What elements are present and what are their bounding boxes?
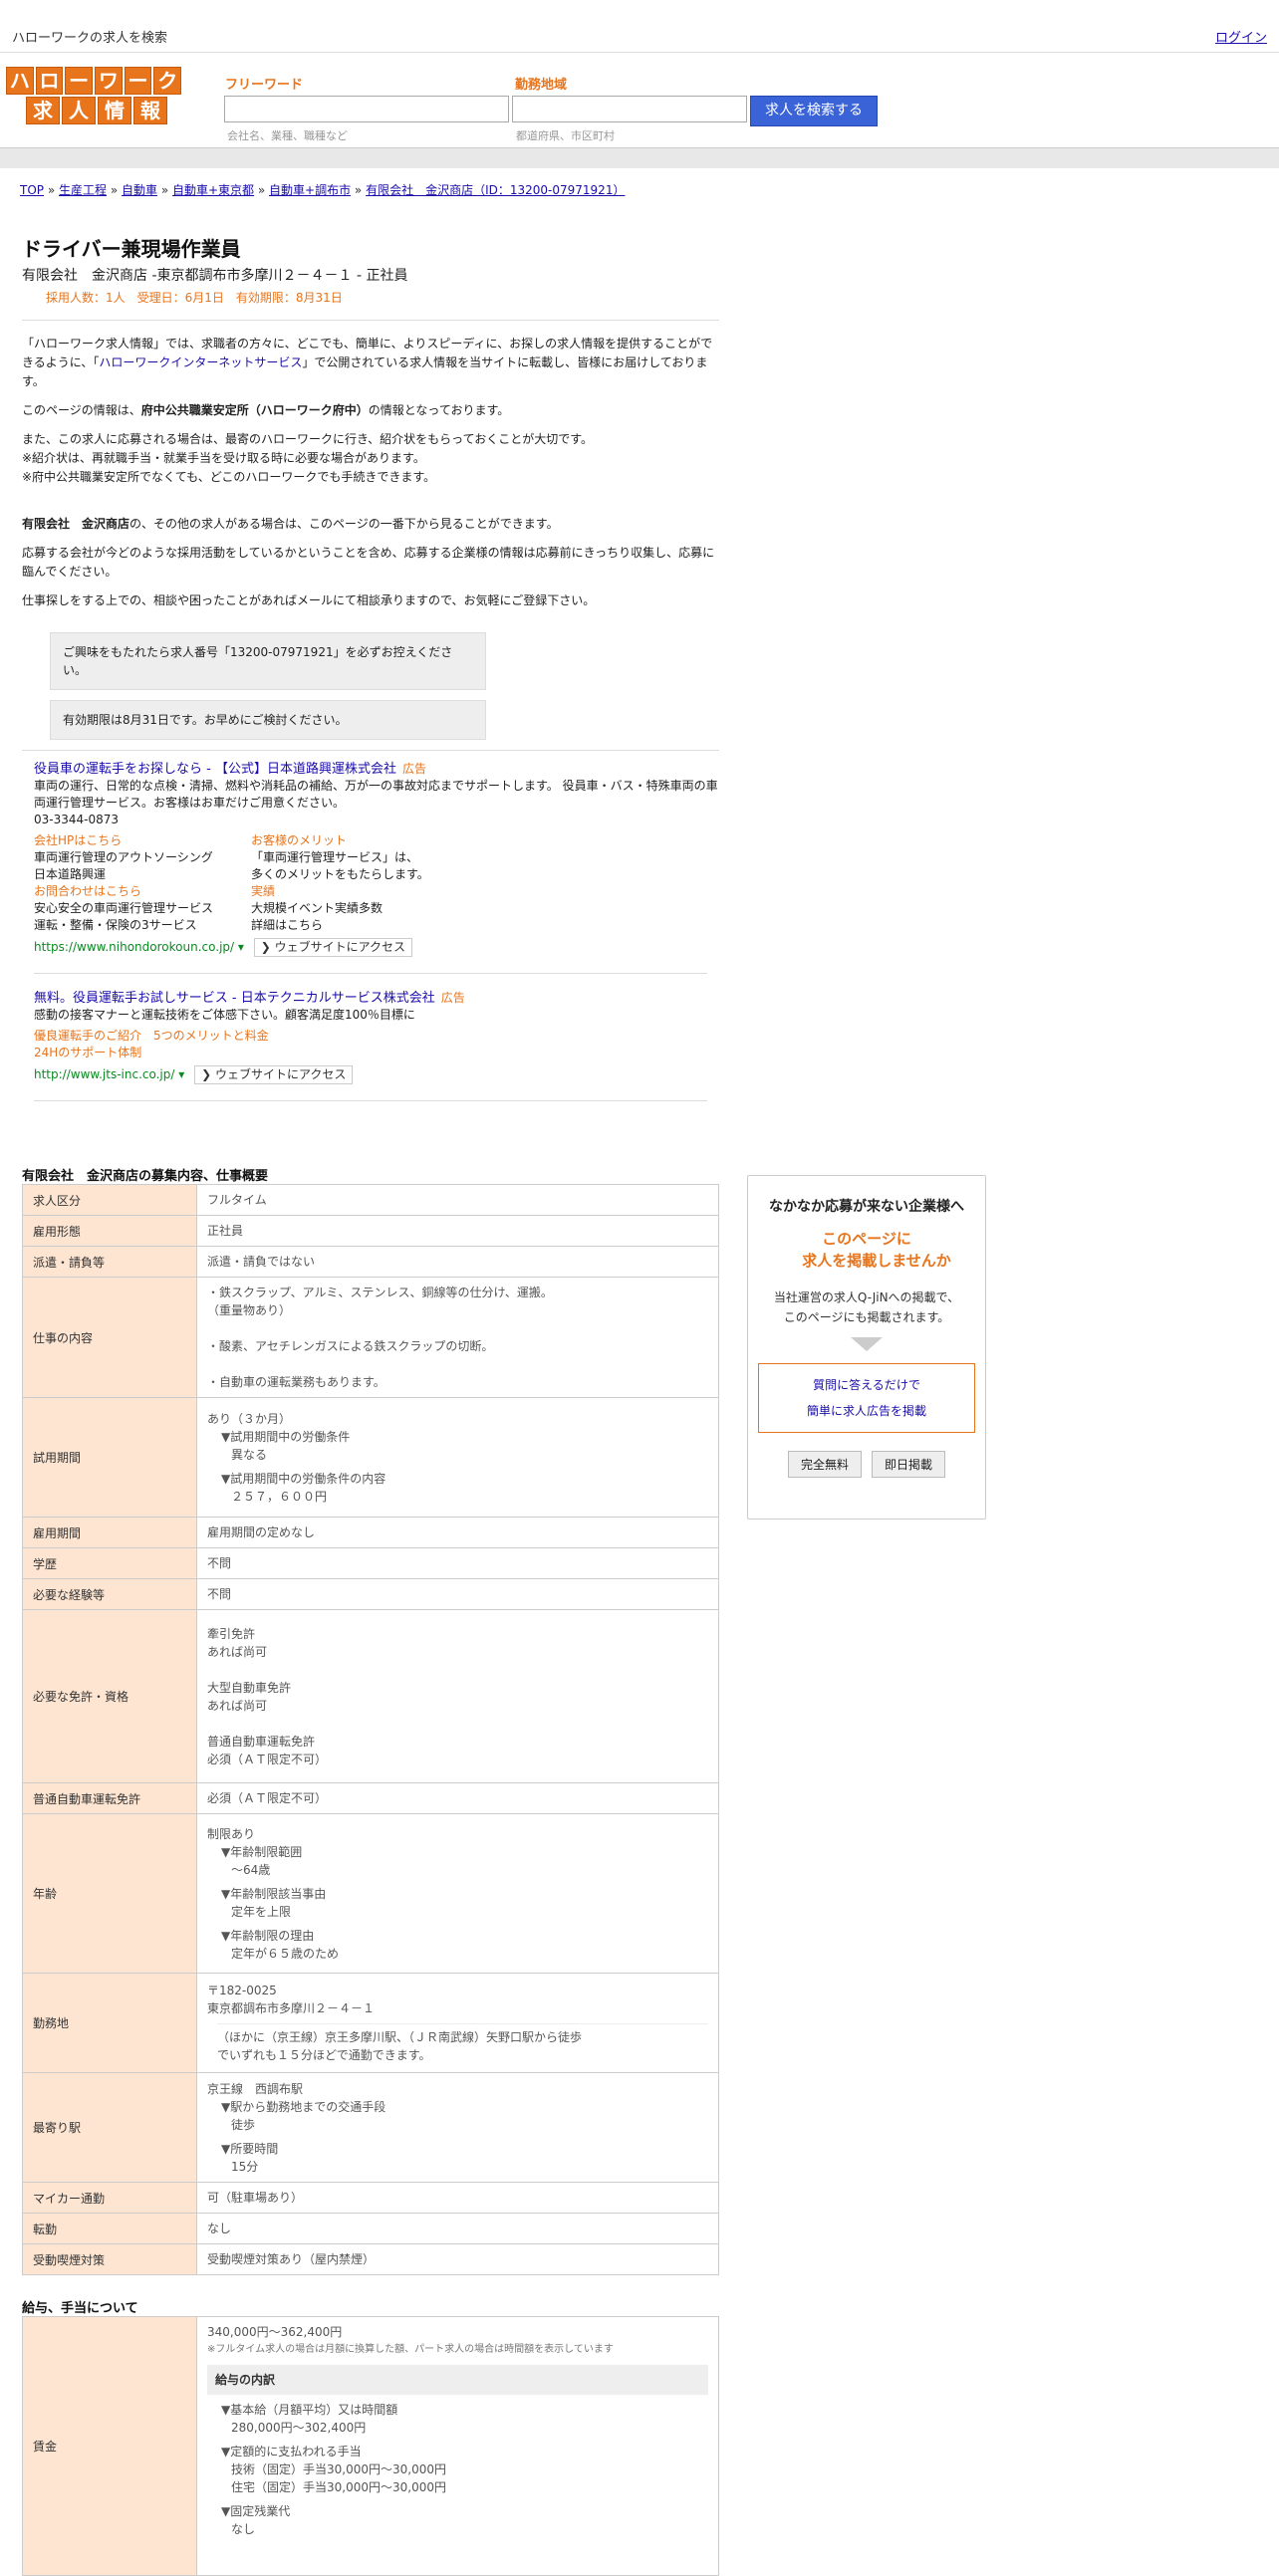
breadcrumb-link[interactable]: 自動車+調布市 <box>269 183 351 197</box>
ad-title-link[interactable]: 役員車の運転手をお探しなら - 【公式】日本道路興運株式会社 <box>34 762 396 777</box>
area-label: 勤務地域 <box>515 78 568 93</box>
logo-char: ハ <box>6 67 34 95</box>
breadcrumb: TOP » 生産工程 » 自動車 » 自動車+東京都 » 自動車+調布市 » 有… <box>20 183 626 197</box>
table-row: 求人区分 フルタイム <box>22 1184 719 1216</box>
logo-char: ク <box>153 67 182 95</box>
sidebar-link[interactable]: 質問に答えるだけで <box>813 1378 920 1392</box>
overview-table: 求人区分 フルタイム 雇用形態 正社員 派遣・請負等 派遣・請負ではない 仕事の内容 … <box>22 1184 719 2275</box>
same-day-badge[interactable]: 即日掲載 <box>872 1451 946 1478</box>
apply-advice: 応募する会社が今どのような採用活動をしているかということを含め、応募する企業様の… <box>22 546 715 579</box>
ad-sitelink[interactable]: お客様のメリット 「車両運行管理サービス」は、 多くのメリットをもたらします。 <box>251 832 450 883</box>
ad-sitelink[interactable]: お問合わせはこちら 安心安全の車両運行管理サービス 運転・整備・保険の3サービス <box>34 883 251 934</box>
hellowork-link[interactable]: ハローワークインターネットサービス <box>99 355 302 369</box>
search-button[interactable]: 求人を検索する <box>750 96 878 126</box>
sidebar-title: なかなか応募が来ない企業様へ <box>769 1199 964 1215</box>
logo-char: 人 <box>62 97 96 124</box>
table-row: 雇用形態 正社員 <box>22 1215 719 1247</box>
breadcrumb-link[interactable]: TOP <box>20 183 44 197</box>
area-input[interactable] <box>512 96 747 122</box>
consult-note: 仕事探しをする上での、相談や困ったことがあればメールにて相談承りますので、お気軽… <box>22 593 596 607</box>
office-name: 府中公共職業安定所（ハローワーク府中） <box>140 403 369 417</box>
advertise-sidebar: なかなか応募が来ない企業様へ このページに 求人を掲載しませんか 当社運営の求人Q… <box>747 1175 986 1520</box>
logo-char: 求 <box>26 97 60 124</box>
overview-title: 有限会社 金沢商店の募集内容、仕事概要 <box>22 1169 269 1184</box>
divider <box>22 750 719 751</box>
site-title: ハローワークの求人を検索 <box>12 31 168 46</box>
ad-tag: 広告 <box>401 762 426 776</box>
intro-paragraph: 「ハローワーク求人情報」では、求職者の方々に、どこでも、簡単に、よりスピーディに… <box>22 337 713 388</box>
keyword-label: フリーワード <box>225 78 304 93</box>
job-meta: 採用人数：1人 受理日：6月1日 有効期限：8月31日 <box>46 291 343 305</box>
ad-sitelink[interactable]: 実績 大規模イベント実績多数 詳細はこちら <box>251 883 450 934</box>
visit-website-button[interactable]: ❯ ウェブサイトにアクセス <box>253 938 412 957</box>
table-row: 派遣・請負等 派遣・請負ではない <box>22 1246 719 1278</box>
table-row: 普通自動車運転免許 必須（ＡＴ限定不可） <box>22 1782 719 1814</box>
main-content: ドライバー兼現場作業員 有限会社 金沢商店 -東京都調布市多摩川２－４－１ - … <box>22 231 719 2576</box>
area-hint: 都道府県、市区町村 <box>516 129 615 142</box>
referral-notes: また、この求人に応募される場合は、最寄のハローワークに行き、紹介状をもらっておく… <box>22 432 594 484</box>
ad-description: 車両の運行、日常的な点検・清掃、燃料や消耗品の補給、万が一の事故対応までサポート… <box>34 779 718 810</box>
sidebar-subtitle: このページに 求人を掲載しませんか <box>802 1230 951 1270</box>
header-divider <box>0 147 1279 168</box>
down-arrow-icon <box>851 1337 883 1351</box>
divider <box>34 973 707 974</box>
logo-char: ー <box>65 67 94 95</box>
logo-char: ロ <box>35 67 64 95</box>
logo-char: ー <box>124 67 152 95</box>
job-title: ドライバー兼現場作業員 <box>22 237 241 261</box>
breadcrumb-link[interactable]: 自動車 <box>122 183 157 197</box>
table-row: 雇用期間 雇用期間の定めなし <box>22 1517 719 1548</box>
ad-title-link[interactable]: 無料。役員運転手お試しサービス - 日本テクニカルサービス株式会社 <box>34 991 435 1006</box>
table-row: 必要な経験等 不問 <box>22 1578 719 1610</box>
breadcrumb-link[interactable]: 生産工程 <box>59 183 107 197</box>
table-row: 受動喫煙対策 受動喫煙対策あり（屋内禁煙） <box>22 2243 719 2275</box>
table-row: 年齢 制限あり ▼年齢制限範囲 〜64歳 ▼年齢制限該当事由 定年を上限 ▼年齢制限の理由… <box>22 1813 719 1974</box>
keyword-hint: 会社名、業種、職種など <box>227 129 348 142</box>
table-row: 試用期間 あり（３か月） ▼試用期間中の労働条件 異なる ▼試用期間中の労働条件の内容… <box>22 1397 719 1518</box>
salary-table: 賃金 340,000円〜362,400円 ※フルタイム求人の場合は月額に換算した… <box>22 2316 719 2576</box>
ad-url[interactable]: https://www.nihondorokoun.co.jp/ <box>34 940 234 954</box>
top-bar: ハローワークの求人を検索 ログイン <box>0 0 1279 53</box>
visit-website-button[interactable]: ❯ ウェブサイトにアクセス <box>194 1065 354 1084</box>
ad-block: 役員車の運転手をお探しなら - 【公式】日本道路興運株式会社 広告 車両の運行、日… <box>34 761 721 957</box>
office-info: このページの情報は、府中公共職業安定所（ハローワーク府中）の情報となっております… <box>22 403 510 417</box>
sidebar-link[interactable]: 簡単に求人広告を掲載 <box>807 1404 926 1418</box>
sidebar-description: 当社運営の求人Q-JiNへの掲載で、 このページにも掲載されます。 <box>773 1290 960 1324</box>
logo-char: 情 <box>98 97 131 124</box>
login-link[interactable]: ログイン <box>1215 27 1267 46</box>
company-line: 有限会社 金沢商店 -東京都調布市多摩川２－４－１ - 正社員 <box>22 268 408 284</box>
ad-phone[interactable]: 03-3344-0873 <box>34 812 721 828</box>
table-row: 勤務地 〒182-0025 東京都調布市多摩川２－４－１ （ほかに（京王線）京王多摩… <box>22 1973 719 2073</box>
breadcrumb-link[interactable]: 自動車+東京都 <box>172 183 254 197</box>
ad-block: 無料。役員運転手お試しサービス - 日本テクニカルサービス株式会社 広告 感動の接… <box>34 990 721 1084</box>
salary-title: 給与、手当について <box>22 2301 138 2316</box>
ad-url[interactable]: http://www.jts-inc.co.jp/ <box>34 1067 174 1081</box>
job-number-notice: ご興味をもたれたら求人番号「13200-07971921」を必ずお控えください。 <box>50 632 486 690</box>
table-row: マイカー通勤 可（駐車場あり） <box>22 2182 719 2214</box>
site-logo[interactable]: ハ ロ ー ワ ー ク 求 人 情 報 <box>6 67 182 126</box>
table-row: 賃金 340,000円〜362,400円 ※フルタイム求人の場合は月額に換算した… <box>22 2316 719 2576</box>
ad-sitelink[interactable]: 会社HPはこちら 車両運行管理のアウトソーシング 日本道路興運 <box>34 832 251 883</box>
breadcrumb-link[interactable]: 有限会社 金沢商店（ID：13200-07971921） <box>366 183 625 197</box>
expiry-notice: 有効期限は8月31日です。お早めにご検討ください。 <box>50 700 486 740</box>
logo-char: 報 <box>133 97 167 124</box>
ad-description: 感動の接客マナーと運転技術をご体感下さい。顧客満足度100％目標に <box>34 1008 415 1022</box>
divider <box>22 320 719 321</box>
logo-char: ワ <box>95 67 123 95</box>
free-badge[interactable]: 完全無料 <box>787 1451 862 1478</box>
table-row: 仕事の内容 ・鉄スクラップ、アルミ、ステンレス、銅線等の仕分け、運搬。 （重量物あ… <box>22 1277 719 1398</box>
table-row: 最寄り駅 京王線 西調布駅 ▼駅から勤務地までの交通手段 徒歩 ▼所要時間 15分 <box>22 2072 719 2183</box>
table-row: 転勤 なし <box>22 2213 719 2244</box>
sidebar-links: 質問に答えるだけで 簡単に求人広告を掲載 <box>758 1363 975 1433</box>
table-row: 必要な免許・資格 牽引免許 あれば尚可 大型自動車免許 あれば尚可 普通自動車運転免許必… <box>22 1609 719 1783</box>
ad-sitelink[interactable]: 優良運転手のご紹介 5つのメリットと料金 <box>34 1028 721 1045</box>
table-row: 学歴 不問 <box>22 1547 719 1579</box>
keyword-input[interactable] <box>224 96 509 122</box>
ad-tag: 広告 <box>440 991 465 1005</box>
ad-sitelink[interactable]: 24Hのサポート体制 <box>34 1045 721 1061</box>
other-jobs-note: 有限会社 金沢商店の、その他の求人がある場合は、このページの一番下から見ることが… <box>22 517 559 531</box>
